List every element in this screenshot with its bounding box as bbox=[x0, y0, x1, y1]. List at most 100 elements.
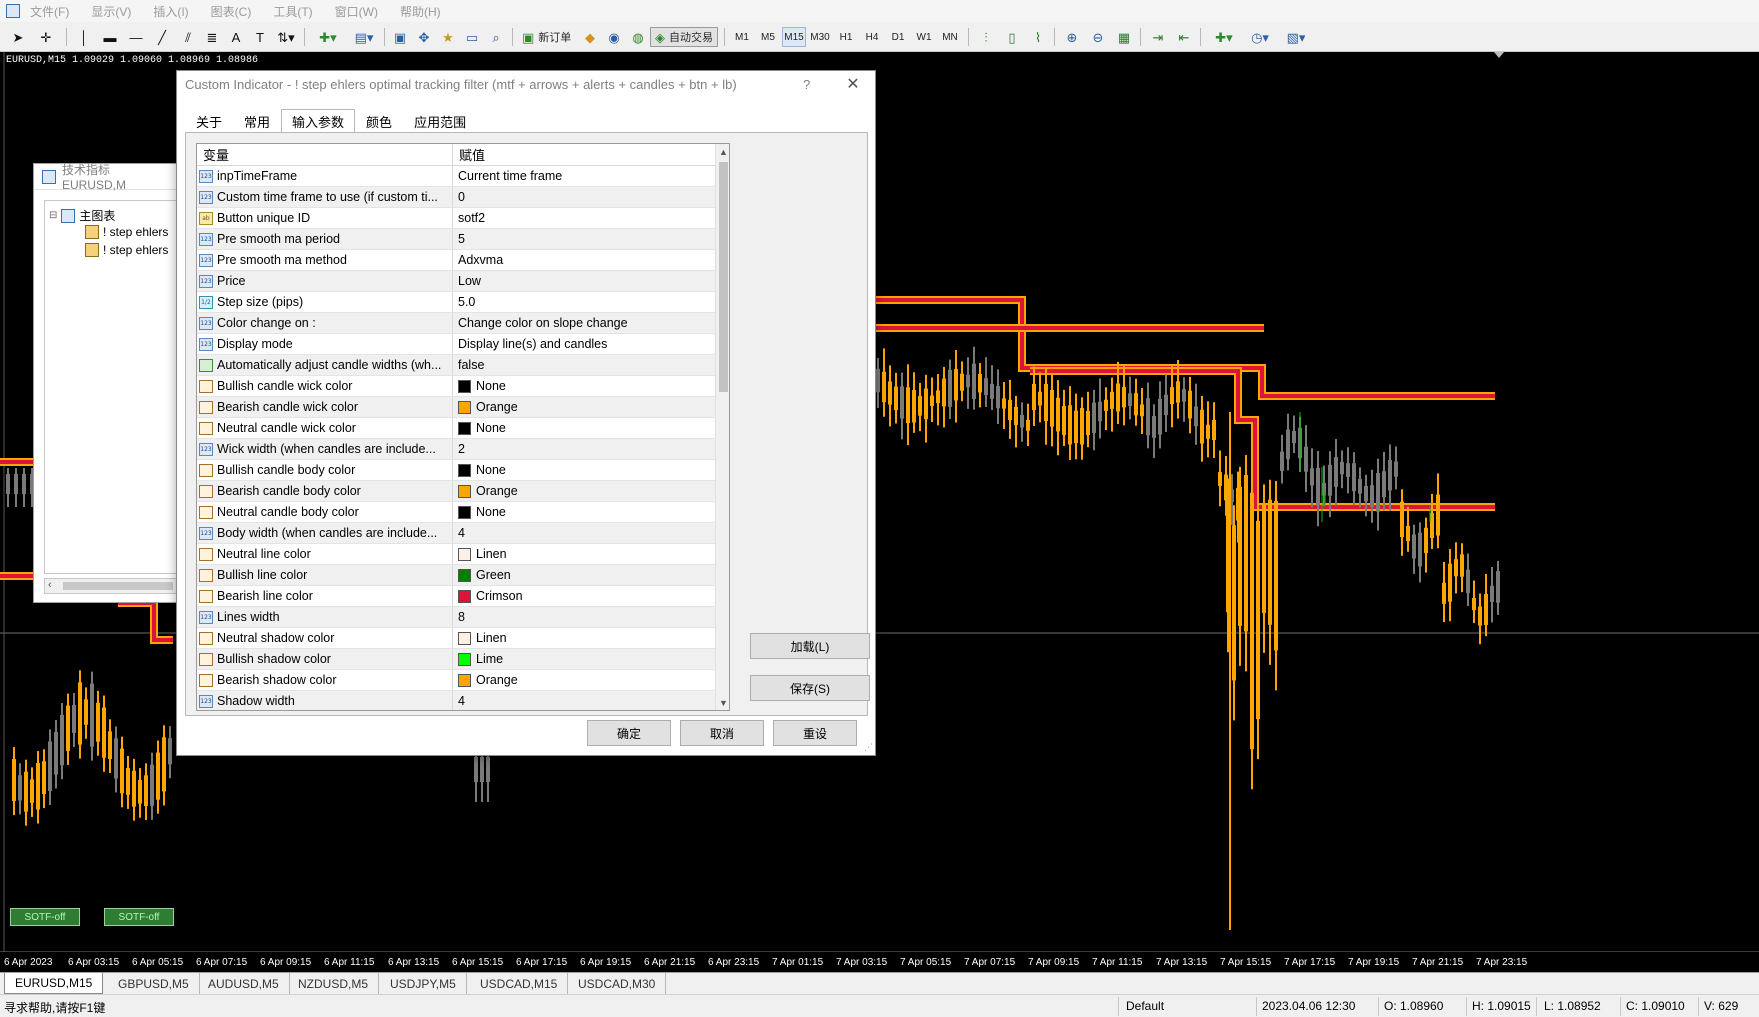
parameter-row[interactable]: 123 Price Low bbox=[197, 271, 715, 292]
timeframe-m5[interactable]: M5 bbox=[756, 27, 780, 47]
tree-item-indicator[interactable]: ! step ehlers bbox=[85, 243, 168, 257]
tree-root-main-chart[interactable]: ⊟ 主图表 bbox=[49, 207, 115, 224]
parameter-value-cell[interactable]: sotf2 bbox=[453, 208, 715, 228]
crosshair-icon[interactable]: ✛ bbox=[36, 27, 56, 47]
parameter-row[interactable]: Bearish candle wick color Orange bbox=[197, 397, 715, 418]
sotf-toggle-button[interactable]: SOTF-off bbox=[10, 908, 80, 926]
parameter-row[interactable]: Bearish line color Crimson bbox=[197, 586, 715, 607]
horizontal-line-icon[interactable]: — bbox=[126, 27, 146, 47]
parameter-value-cell[interactable]: 0 bbox=[453, 187, 715, 207]
metaeditor-icon[interactable]: ◆ bbox=[580, 27, 600, 47]
parameter-row[interactable]: Neutral candle body color None bbox=[197, 502, 715, 523]
parameter-row[interactable]: Neutral shadow color Linen bbox=[197, 628, 715, 649]
parameter-value-cell[interactable]: None bbox=[453, 376, 715, 396]
parameter-value-cell[interactable]: 8 bbox=[453, 607, 715, 627]
parameter-value-cell[interactable]: false bbox=[453, 355, 715, 375]
menu-charts[interactable]: 图表(C) bbox=[211, 3, 252, 20]
menu-help[interactable]: 帮助(H) bbox=[400, 3, 441, 20]
terminal-icon[interactable]: ▭ bbox=[462, 27, 482, 47]
timeframe-mn[interactable]: MN bbox=[938, 27, 962, 47]
line-chart-icon[interactable]: ⌇ bbox=[1028, 27, 1048, 47]
parameter-row[interactable]: Bullish candle wick color None bbox=[197, 376, 715, 397]
parameter-value-cell[interactable]: Low bbox=[453, 271, 715, 291]
parameter-value-cell[interactable]: Change color on slope change bbox=[453, 313, 715, 333]
tab-colors[interactable]: 颜色 bbox=[355, 109, 403, 133]
timeframe-m15[interactable]: M15 bbox=[782, 27, 806, 47]
timeframe-w1[interactable]: W1 bbox=[912, 27, 936, 47]
parameter-value-cell[interactable]: None bbox=[453, 502, 715, 522]
tab-visualization[interactable]: 应用范围 bbox=[403, 109, 477, 133]
parameter-row[interactable]: 123 Pre smooth ma method Adxvma bbox=[197, 250, 715, 271]
tree-item-indicator[interactable]: ! step ehlers bbox=[85, 225, 168, 239]
parameter-value-cell[interactable]: Orange bbox=[453, 670, 715, 690]
parameter-row[interactable]: Neutral candle wick color None bbox=[197, 418, 715, 439]
parameter-value-cell[interactable]: Linen bbox=[453, 628, 715, 648]
timeframe-d1[interactable]: D1 bbox=[886, 27, 910, 47]
chart-tab[interactable]: NZDUSD,M5 bbox=[288, 973, 380, 994]
timeframe-m30[interactable]: M30 bbox=[808, 27, 832, 47]
chart-tab[interactable]: USDCAD,M15 bbox=[470, 973, 569, 994]
menu-window[interactable]: 窗口(W) bbox=[335, 3, 378, 20]
market-watch-icon[interactable]: ▣ bbox=[390, 27, 410, 47]
parameter-row[interactable]: 123 Wick width (when candles are include.… bbox=[197, 439, 715, 460]
templates-icon[interactable]: ▧▾ bbox=[1280, 27, 1312, 47]
trendline-icon[interactable]: ╱ bbox=[152, 27, 172, 47]
new-chart-icon[interactable]: ✚▾ bbox=[312, 27, 344, 47]
parameter-value-cell[interactable]: Crimson bbox=[453, 586, 715, 606]
market-icon[interactable]: ◍ bbox=[628, 27, 648, 47]
scroll-left-icon[interactable]: ‹ bbox=[48, 579, 52, 591]
parameter-value-cell[interactable]: 4 bbox=[453, 691, 715, 710]
auto-trading-button[interactable]: ◈ 自动交易 bbox=[650, 27, 718, 47]
ok-button[interactable]: 确定 bbox=[587, 720, 671, 746]
navigator-icon[interactable]: ✥ bbox=[414, 27, 434, 47]
strategy-tester-icon[interactable]: ⌕ bbox=[486, 27, 506, 47]
tab-common[interactable]: 常用 bbox=[233, 109, 281, 133]
parameter-row[interactable]: 1/2 Step size (pips) 5.0 bbox=[197, 292, 715, 313]
column-header-variable[interactable]: 变量 bbox=[197, 144, 453, 165]
sotf-toggle-button[interactable]: SOTF-off bbox=[104, 908, 174, 926]
chart-shift-icon[interactable]: ⇥ bbox=[1148, 27, 1168, 47]
zoom-out-icon[interactable]: ⊖ bbox=[1088, 27, 1108, 47]
collapse-icon[interactable]: ⊟ bbox=[49, 210, 57, 221]
parameter-value-cell[interactable]: 5.0 bbox=[453, 292, 715, 312]
menu-tools[interactable]: 工具(T) bbox=[273, 3, 312, 20]
timeframe-m1[interactable]: M1 bbox=[730, 27, 754, 47]
tab-inputs[interactable]: 输入参数 bbox=[281, 109, 356, 133]
tile-windows-icon[interactable]: ▦ bbox=[1114, 27, 1134, 47]
parameter-row[interactable]: ab Button unique ID sotf2 bbox=[197, 208, 715, 229]
candlestick-icon[interactable]: ▯ bbox=[1002, 27, 1022, 47]
parameter-value-cell[interactable]: Green bbox=[453, 565, 715, 585]
vertical-scrollbar[interactable]: ▲ ▼ bbox=[715, 144, 729, 710]
parameter-value-cell[interactable]: Display line(s) and candles bbox=[453, 334, 715, 354]
signals-icon[interactable]: ◉ bbox=[604, 27, 624, 47]
profiles-icon[interactable]: ▤▾ bbox=[348, 27, 380, 47]
chart-tab[interactable]: EURUSD,M15 bbox=[4, 973, 104, 994]
timeframe-h4[interactable]: H4 bbox=[860, 27, 884, 47]
parameter-value-cell[interactable]: Linen bbox=[453, 544, 715, 564]
parameter-row[interactable]: 123 Display mode Display line(s) and candl… bbox=[197, 334, 715, 355]
text-icon[interactable]: A bbox=[226, 27, 246, 47]
timeframe-h1[interactable]: H1 bbox=[834, 27, 858, 47]
chart-tab[interactable]: USDJPY,M5 bbox=[380, 973, 467, 994]
close-icon[interactable]: ✕ bbox=[841, 74, 865, 94]
column-header-value[interactable]: 赋值 bbox=[453, 144, 715, 165]
parameter-value-cell[interactable]: Current time frame bbox=[453, 166, 715, 186]
parameter-value-cell[interactable]: None bbox=[453, 418, 715, 438]
parameter-row[interactable]: 123 Body width (when candles are include.… bbox=[197, 523, 715, 544]
rectangle-icon[interactable]: ▬ bbox=[100, 27, 120, 47]
parameter-row[interactable]: 123 inpTimeFrame Current time frame bbox=[197, 166, 715, 187]
menu-view[interactable]: 显示(V) bbox=[91, 3, 131, 20]
parameter-row[interactable]: 123 Shadow width 4 bbox=[197, 691, 715, 710]
bar-chart-icon[interactable]: ⫶ bbox=[976, 27, 996, 47]
parameter-row[interactable]: 123 Custom time frame to use (if custom t… bbox=[197, 187, 715, 208]
help-button[interactable]: ? bbox=[803, 77, 810, 92]
data-window-icon[interactable]: ★ bbox=[438, 27, 458, 47]
save-button[interactable]: 保存(S) bbox=[750, 675, 870, 701]
scroll-up-icon[interactable]: ▲ bbox=[716, 144, 729, 159]
arrows-dropdown-icon[interactable]: ⇅▾ bbox=[276, 27, 296, 47]
indicators-icon[interactable]: ✚▾ bbox=[1208, 27, 1240, 47]
parameter-value-cell[interactable]: 2 bbox=[453, 439, 715, 459]
load-button[interactable]: 加载(L) bbox=[750, 633, 870, 659]
horizontal-scrollbar[interactable]: ‹ bbox=[44, 578, 177, 594]
text-label-icon[interactable]: T bbox=[250, 27, 270, 47]
